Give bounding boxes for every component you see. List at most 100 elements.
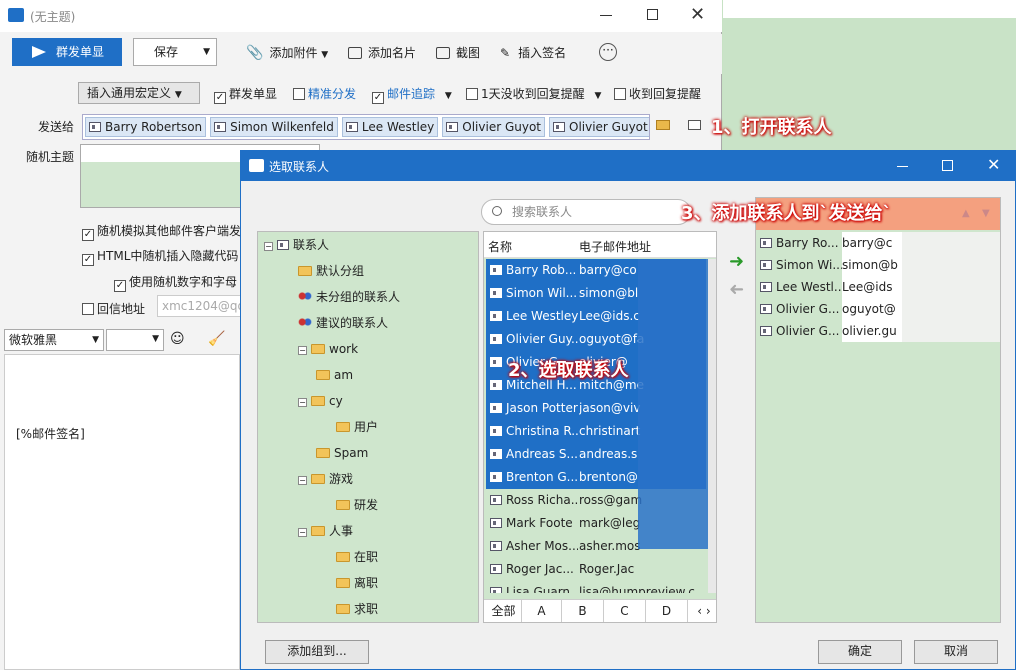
track-checkbox[interactable]: ✓ 邮件追踪 ▼ — [372, 85, 452, 104]
contact-name: Christina R... — [506, 424, 578, 438]
dialog-maximize-icon[interactable] — [942, 160, 953, 171]
alpha-tab[interactable]: 全部 — [486, 600, 522, 622]
recipient-name: Olivier Guyot — [569, 120, 648, 134]
folder-icon — [316, 448, 330, 458]
emoji-icon[interactable]: ☺ — [170, 331, 185, 347]
dialog-minimize-icon[interactable] — [897, 166, 908, 167]
editor-body[interactable] — [4, 354, 240, 670]
tree-label: 用户 — [354, 420, 379, 434]
tree-item[interactable]: − 联系人 — [264, 236, 329, 254]
header-name[interactable]: 名称 — [488, 238, 512, 255]
tree-label: 联系人 — [293, 238, 330, 252]
alpha-tab[interactable]: C — [604, 600, 646, 622]
brush-icon[interactable]: 🧹 — [208, 331, 225, 347]
add-group-button[interactable]: 添加组到... — [265, 640, 369, 664]
random-client-checkbox[interactable]: ✓ 随机模拟其他邮件客户端发 — [82, 222, 241, 241]
mass-send-button[interactable]: 群发单显 — [12, 38, 122, 66]
add-card-button[interactable]: 添加名片 — [348, 44, 416, 61]
tree-item[interactable]: − 人事 — [298, 522, 353, 540]
screenshot-button[interactable]: 截图 — [436, 44, 480, 61]
folder-icon — [336, 578, 350, 588]
dialog-close-icon[interactable]: ✕ — [987, 155, 1000, 174]
collapse-icon[interactable]: − — [264, 242, 273, 251]
list-scrollbar[interactable] — [708, 259, 716, 593]
collapse-icon[interactable]: − — [298, 398, 307, 407]
maximize-icon[interactable] — [647, 9, 658, 20]
cancel-button[interactable]: 取消 — [914, 640, 998, 664]
tree-item[interactable]: − work — [298, 340, 358, 358]
remove-arrow-icon[interactable]: ➜ — [729, 279, 744, 300]
contact-row[interactable]: Roger Jac... Roger.Jac — [486, 558, 706, 581]
search-input[interactable]: 搜索联系人 — [481, 199, 691, 225]
collapse-icon[interactable]: − — [298, 528, 307, 537]
selected-name: Olivier G... — [776, 324, 840, 338]
precise-checkbox[interactable]: 精准分发 — [293, 85, 356, 102]
contact-name: Roger Jac... — [506, 562, 574, 576]
folder-icon — [316, 370, 330, 380]
recipient-chip[interactable]: Simon Wilkenfeld — [210, 117, 338, 137]
contact-list[interactable]: 名称 电子邮件地址 Barry Rob... barry@co Simon Wil.… — [483, 231, 717, 623]
tab-scroll-arrows[interactable]: ‹ › — [692, 600, 716, 622]
reply-checkbox[interactable]: 回信地址 — [82, 300, 145, 317]
minimize-icon[interactable] — [600, 15, 612, 16]
macro-dropdown[interactable]: 插入通用宏定义 ▼ — [78, 82, 200, 104]
hidden-code-checkbox[interactable]: ✓ HTML中随机插入隐藏代码 — [82, 247, 238, 266]
size-select[interactable]: ▼ — [106, 329, 164, 351]
alpha-tab[interactable]: A — [522, 600, 562, 622]
contact-card-icon — [490, 288, 502, 298]
more-icon[interactable]: ··· — [599, 43, 617, 61]
got-reply-checkbox[interactable]: 收到回复提醒 — [614, 85, 701, 102]
blur-overlay — [638, 259, 708, 549]
header-email[interactable]: 电子邮件地址 — [579, 238, 651, 255]
attach-button[interactable]: 📎 添加附件 ▼ — [246, 44, 328, 61]
card-icon[interactable] — [688, 120, 701, 130]
add-arrow-icon[interactable]: ➜ — [729, 251, 744, 272]
tree-item[interactable]: 在职 — [336, 548, 378, 566]
move-up-icon[interactable]: ▲ — [962, 208, 970, 219]
tree-item[interactable]: − 游戏 — [298, 470, 353, 488]
tree-label: 求职 — [354, 602, 379, 616]
folder-icon — [336, 422, 350, 432]
font-select[interactable]: 微软雅黑 ▼ — [4, 329, 104, 351]
tree-item[interactable]: 求职 — [336, 600, 378, 618]
tree-item[interactable]: 离职 — [336, 574, 378, 592]
to-field[interactable]: Barry Robertson Simon Wilkenfeld Lee Westl… — [82, 114, 650, 140]
recipient-chip[interactable]: Lee Westley — [341, 117, 439, 137]
recipient-chip[interactable]: Olivier Guyot — [442, 117, 545, 137]
folder-icon — [336, 604, 350, 614]
select-contacts-dialog: 选取联系人 ✕ 搜索联系人 − 联系人 默认分组 未分组的联系人 建议的联系人 − work… — [240, 150, 1016, 670]
move-down-icon[interactable]: ▼ — [982, 208, 990, 219]
alpha-tab[interactable]: D — [646, 600, 688, 622]
selected-email: barry@c — [842, 232, 902, 254]
tree-item[interactable]: 建议的联系人 — [298, 314, 388, 332]
tree-item[interactable]: 用户 — [336, 418, 378, 436]
tree-item[interactable]: − cy — [298, 392, 343, 410]
open-contacts-icon[interactable] — [656, 120, 670, 130]
tree-item[interactable]: 研发 — [336, 496, 378, 514]
reply-input[interactable]: xmc1204@qq — [157, 295, 247, 317]
collapse-icon[interactable]: − — [298, 476, 307, 485]
random-chars-checkbox[interactable]: ✓ 使用随机数字和字母 — [114, 273, 237, 292]
mass-single-checkbox[interactable]: ✓ 群发单显 — [214, 85, 277, 104]
alpha-tab[interactable]: B — [562, 600, 604, 622]
selected-list[interactable]: ▲ ▼ Barry Ro... barry@c Simon Wi... simon@b… — [755, 197, 1001, 623]
tree-item[interactable]: 默认分组 — [298, 262, 364, 280]
tree-label: 未分组的联系人 — [316, 290, 401, 304]
tree-item[interactable]: Spam — [316, 444, 368, 462]
recipient-chip[interactable]: Olivier Guyot — [549, 117, 649, 137]
tree-item[interactable]: 未分组的联系人 — [298, 288, 400, 306]
contact-row[interactable]: Lisa Guarn... lisa@humpreview.c — [486, 581, 706, 593]
collapse-icon[interactable]: − — [298, 346, 307, 355]
save-button[interactable]: 保存 ▼ — [133, 38, 217, 66]
tree-label: cy — [329, 394, 343, 408]
dialog-app-icon — [249, 159, 264, 172]
close-icon[interactable]: ✕ — [690, 4, 705, 25]
ok-button[interactable]: 确定 — [818, 640, 902, 664]
insert-signature-button[interactable]: ✎ 插入签名 — [500, 44, 566, 61]
contact-card-icon — [553, 122, 565, 132]
no-reply-checkbox[interactable]: 1天没收到回复提醒 ▼ — [466, 85, 601, 102]
group-tree[interactable]: − 联系人默认分组未分组的联系人建议的联系人 − work am − cy 用户 Spam − 游戏… — [257, 231, 479, 623]
tree-item[interactable]: am — [316, 366, 353, 384]
selected-email: Lee@ids — [842, 276, 902, 298]
recipient-chip[interactable]: Barry Robertson — [85, 117, 207, 137]
